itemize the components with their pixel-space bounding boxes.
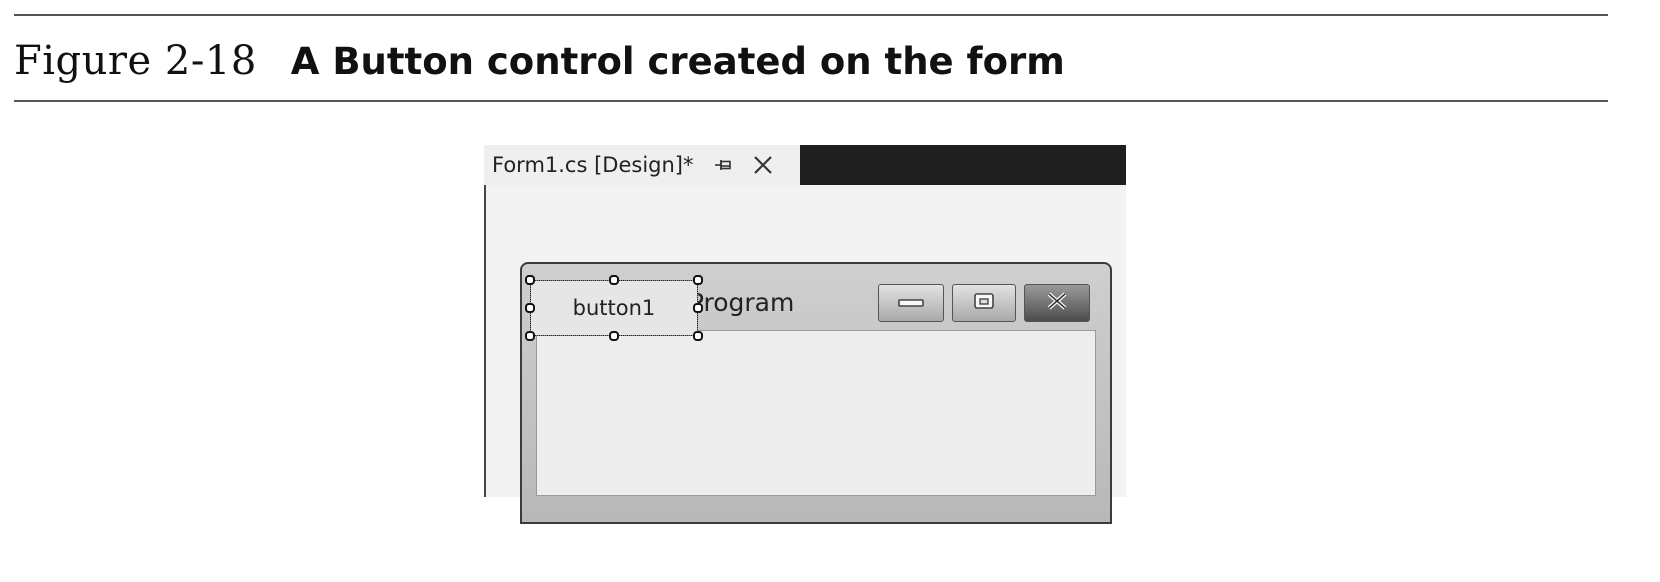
pin-icon[interactable] (714, 155, 734, 175)
resize-handle-top-left[interactable] (525, 275, 535, 285)
resize-handle-bottom-right[interactable] (693, 331, 703, 341)
resize-handle-middle-right[interactable] (693, 303, 703, 313)
resize-handle-middle-left[interactable] (525, 303, 535, 313)
design-surface[interactable]: My First Program (484, 185, 1126, 524)
resize-handle-bottom-left[interactable] (525, 331, 535, 341)
minimize-icon (896, 294, 926, 313)
close-icon (1042, 291, 1072, 315)
figure-caption: Figure 2-18 A Button control created on … (14, 38, 1065, 88)
resize-handle-bottom-center[interactable] (609, 331, 619, 341)
figure-number: Figure 2-18 (14, 38, 257, 84)
top-rule (14, 14, 1608, 16)
maximize-button[interactable] (952, 284, 1016, 322)
maximize-icon (971, 291, 997, 315)
bottom-rule (14, 100, 1608, 102)
resize-handle-top-center[interactable] (609, 275, 619, 285)
form-close-button[interactable] (1024, 284, 1090, 322)
button1-control[interactable]: button1 (530, 280, 698, 336)
minimize-button[interactable] (878, 284, 944, 322)
document-tab[interactable]: Form1.cs [Design]* (484, 145, 800, 185)
document-tab-label: Form1.cs [Design]* (492, 153, 694, 177)
designer-window: Form1.cs [Design]* Program button1 (484, 145, 1126, 524)
form-client-area[interactable] (536, 330, 1096, 496)
figure-title: A Button control created on the form (290, 40, 1065, 83)
close-icon[interactable] (752, 154, 774, 176)
resize-handle-top-right[interactable] (693, 275, 703, 285)
